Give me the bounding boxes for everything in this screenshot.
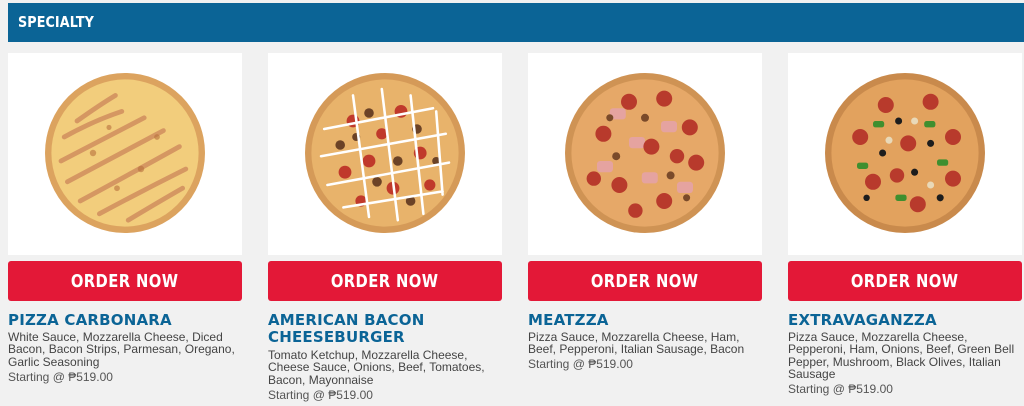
product-card-american-bacon-cheeseburger: ORDER NOW AMERICAN BACON CHEESEBURGER To… (268, 53, 502, 402)
product-description: White Sauce, Mozzarella Cheese, Diced Ba… (8, 330, 235, 369)
section-header: SPECIALTY (8, 3, 1024, 42)
product-name[interactable]: AMERICAN BACON CHEESEBURGER (268, 312, 502, 346)
product-image-box[interactable] (788, 53, 1022, 255)
product-description: Pizza Sauce, Mozzarella Cheese, Ham, Bee… (528, 330, 745, 357)
product-description: Pizza Sauce, Mozzarella Cheese, Pepperon… (788, 330, 1015, 381)
product-image-box[interactable] (268, 53, 502, 255)
product-name[interactable]: MEATZZA (528, 312, 762, 329)
product-card-extravaganzza: ORDER NOW EXTRAVAGANZZA Pizza Sauce, Moz… (788, 53, 1022, 396)
product-card-meatzza: ORDER NOW MEATZZA Pizza Sauce, Mozzarell… (528, 53, 762, 371)
order-now-button[interactable]: ORDER NOW (268, 261, 502, 301)
order-now-button[interactable]: ORDER NOW (788, 261, 1022, 301)
order-now-button[interactable]: ORDER NOW (528, 261, 762, 301)
pizza-carbonara-image[interactable] (45, 73, 205, 233)
extravaganzza-image[interactable] (825, 73, 985, 233)
product-image-box[interactable] (528, 53, 762, 255)
product-card-pizza-carbonara: ORDER NOW PIZZA CARBONARA White Sauce, M… (8, 53, 242, 384)
product-price: Starting @ ₱519.00 (528, 357, 633, 371)
product-image-box[interactable] (8, 53, 242, 255)
product-description: Tomato Ketchup, Mozzarella Cheese, Chees… (268, 348, 485, 387)
order-now-button[interactable]: ORDER NOW (8, 261, 242, 301)
product-price: Starting @ ₱519.00 (8, 370, 113, 384)
product-price: Starting @ ₱519.00 (788, 382, 893, 396)
product-price: Starting @ ₱519.00 (268, 388, 373, 402)
product-name[interactable]: PIZZA CARBONARA (8, 312, 242, 329)
product-name[interactable]: EXTRAVAGANZZA (788, 312, 1022, 329)
section-title: SPECIALTY (18, 13, 94, 31)
meatzza-image[interactable] (565, 73, 725, 233)
american-bacon-cheeseburger-image[interactable] (305, 73, 465, 233)
